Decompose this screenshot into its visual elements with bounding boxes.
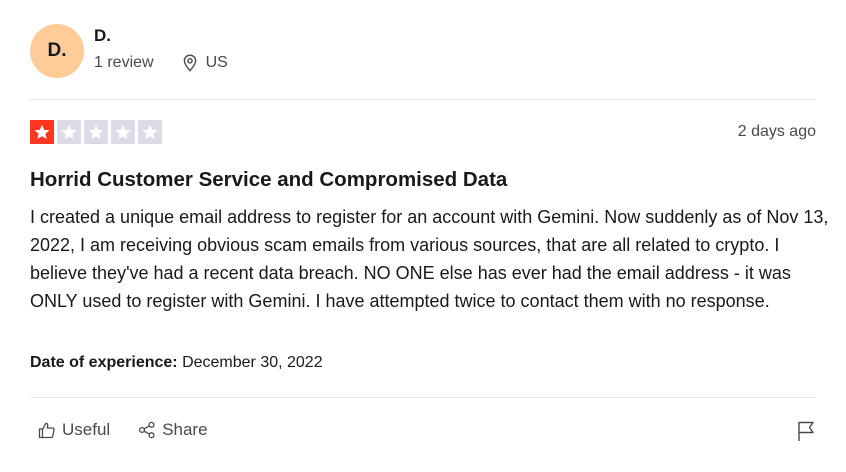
review-date: 2 days ago (737, 123, 816, 140)
report-button[interactable] (796, 420, 816, 447)
star-filled-icon (30, 120, 54, 144)
location-pin-icon (183, 54, 196, 72)
review-title[interactable]: Horrid Customer Service and Compromised … (30, 168, 507, 192)
experience-label: Date of experience: (30, 354, 178, 371)
star-empty-icon (111, 120, 135, 144)
share-icon (139, 421, 155, 439)
author-name[interactable]: D. (94, 26, 111, 46)
review-body: I created a unique email address to regi… (30, 207, 829, 311)
avatar[interactable]: D. (30, 24, 84, 78)
flag-icon (798, 421, 814, 441)
review-count: 1 review (94, 54, 154, 71)
useful-label: Useful (62, 420, 111, 439)
location: US (182, 54, 228, 72)
author-meta: 1 review US (94, 54, 228, 72)
star-empty-icon (84, 120, 108, 144)
thumbs-up-icon (38, 422, 55, 439)
avatar-initials: D. (47, 40, 67, 61)
divider (30, 99, 816, 100)
useful-button[interactable]: Useful (38, 420, 110, 440)
divider (30, 397, 816, 398)
star-empty-icon (57, 120, 81, 144)
location-country: US (205, 54, 228, 71)
date-of-experience: Date of experience: December 30, 2022 (30, 354, 323, 372)
share-label: Share (162, 420, 208, 439)
star-rating (30, 120, 165, 144)
experience-date: December 30, 2022 (182, 354, 323, 371)
share-button[interactable]: Share (138, 420, 208, 440)
star-empty-icon (138, 120, 162, 144)
review-actions: Useful Share (38, 420, 236, 440)
